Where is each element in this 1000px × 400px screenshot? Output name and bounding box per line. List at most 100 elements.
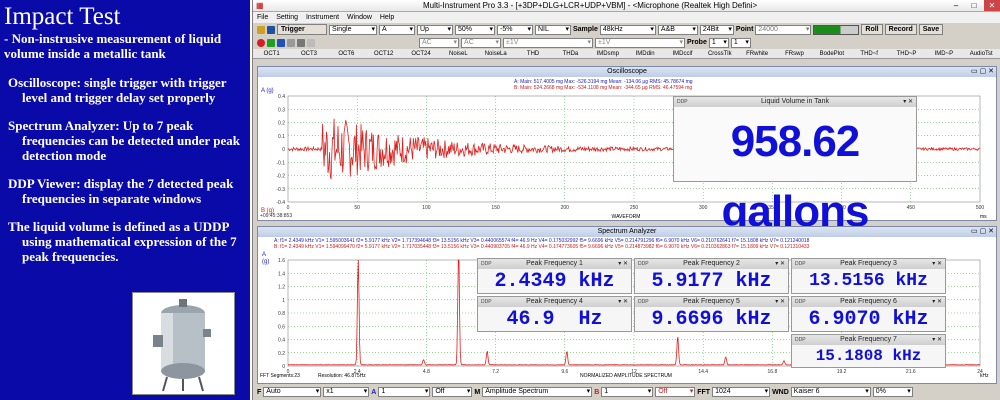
mode-imdccif[interactable]: IMDccif — [664, 49, 701, 58]
peak-7-value: 15.1808 kHz — [815, 347, 922, 365]
bit-depth-select[interactable]: 24Bit — [699, 24, 734, 35]
run-icon[interactable] — [257, 38, 265, 47]
mode-oct3[interactable]: OCT3 — [290, 49, 327, 58]
panel-close-icon[interactable]: ▾ ✕ — [618, 297, 628, 307]
scope-y-ticks: 0.4 0.3 0.2 0.1 0 -0.1 -0.2 -0.3 -0.4 — [276, 94, 285, 206]
spectrum-titlebar: Spectrum Analyzer ▭ ▢ ✕ — [258, 227, 996, 237]
spectrum-xunit: kHz — [980, 373, 989, 379]
channel-b-off-select[interactable]: Off — [655, 387, 696, 397]
play-icon[interactable] — [267, 38, 275, 47]
mode-oct1[interactable]: OCT1 — [253, 49, 290, 58]
mode-audiotst[interactable]: AudioTst — [963, 49, 1000, 58]
window-controls-icon[interactable]: ▭ ▢ ✕ — [971, 227, 994, 237]
channel-a-off-select[interactable]: Off — [432, 387, 473, 397]
mode-frwhite[interactable]: FRwhite — [738, 49, 775, 58]
panel-close-icon[interactable]: ▾ ✕ — [775, 297, 785, 307]
save-icon[interactable] — [267, 25, 275, 34]
maximize-icon[interactable]: □ — [966, 0, 982, 11]
point-select[interactable]: 24000 — [755, 24, 812, 35]
x-tick-label: 500 — [976, 205, 985, 211]
range-b-select[interactable]: ±1V — [595, 37, 685, 48]
ddp-note: DDP Viewer: display the 7 detected peak … — [8, 176, 234, 206]
peak-2-value: 5.9177 kHz — [651, 270, 772, 293]
mode-imd-p[interactable]: IMD~P — [925, 49, 962, 58]
panel-close-icon[interactable]: ▾ ✕ — [932, 297, 942, 307]
tool3-icon[interactable] — [307, 38, 315, 47]
coupling-b-select[interactable]: AC — [461, 37, 501, 48]
record-button[interactable]: Record — [884, 24, 917, 35]
mode-thd-f[interactable]: THD~f — [851, 49, 888, 58]
trigger-delay-select[interactable]: -5% — [497, 24, 533, 35]
overlap-select[interactable]: 0% — [872, 387, 913, 397]
sample-rate-select[interactable]: 48kHz — [599, 24, 656, 35]
save-button[interactable]: Save — [918, 24, 944, 35]
menu-bar: File Setting Instrument Window Help — [253, 12, 1000, 23]
toolbar-main: Trigger Single A Up 50% -5% NIL Sample 4… — [253, 23, 1000, 36]
frequency-scale-select[interactable]: Auto — [263, 387, 322, 397]
mode-oct6[interactable]: OCT6 — [328, 49, 365, 58]
y-tick-label: 0.2 — [278, 121, 285, 127]
panel-controls-icon[interactable]: ▾ ✕ — [903, 97, 913, 107]
mode-oct12[interactable]: OCT12 — [365, 49, 402, 58]
panel-close-icon[interactable]: ▾ ✕ — [932, 259, 942, 269]
mode-crosstlk[interactable]: CrossTlk — [701, 49, 738, 58]
panel-close-icon[interactable]: ▾ ✕ — [932, 335, 942, 345]
tool-icon[interactable] — [287, 38, 295, 47]
peak-panel-3: DDP Peak Frequency 3 ▾ ✕ 13.5156 kHz — [791, 258, 946, 294]
probe-a-select[interactable]: 1 — [708, 37, 729, 48]
peak-panel-2: DDP Peak Frequency 2 ▾ ✕ 5.9177 kHz — [634, 258, 789, 294]
peak-3-titlebar: DDP Peak Frequency 3 ▾ ✕ — [792, 259, 945, 269]
mode-thd[interactable]: THD — [514, 49, 551, 58]
fft-size-select[interactable]: 1024 — [712, 387, 771, 397]
tool2-icon[interactable] — [297, 38, 305, 47]
window-controls-icon[interactable]: ▭ ▢ ✕ — [971, 67, 994, 77]
peak-6-titlebar: DDP Peak Frequency 6 ▾ ✕ — [792, 297, 945, 307]
x-tick-label: 250 — [630, 205, 639, 211]
menu-instrument[interactable]: Instrument — [306, 14, 339, 21]
sample-label: Sample — [573, 26, 598, 33]
channel-mode-select[interactable]: A&B — [657, 24, 698, 35]
mode-thd-p[interactable]: THD~P — [888, 49, 925, 58]
menu-window[interactable]: Window — [347, 14, 372, 21]
trigger-level-select[interactable]: 50% — [455, 24, 495, 35]
menu-setting[interactable]: Setting — [276, 14, 298, 21]
spectrum-mode-select[interactable]: Amplitude Spectrum — [482, 387, 593, 397]
nil-select[interactable]: NIL — [535, 24, 571, 35]
mode-imddin[interactable]: IMDdin — [626, 49, 663, 58]
window-function-select[interactable]: Kaiser 6 — [790, 387, 871, 397]
mode-thda[interactable]: THDa — [552, 49, 589, 58]
menu-help[interactable]: Help — [380, 14, 394, 21]
stop-icon[interactable] — [277, 38, 285, 47]
probe-b-select[interactable]: 1 — [730, 37, 751, 48]
mode-noisel[interactable]: NoiseL — [440, 49, 477, 58]
range-a-select[interactable]: ±1V — [503, 37, 593, 48]
coupling-a-select[interactable]: AC — [419, 37, 459, 48]
y-tick-label: -0.2 — [276, 174, 285, 180]
channel-a-select[interactable]: 1 — [378, 387, 431, 397]
mode-imdsmp[interactable]: IMDsmp — [589, 49, 626, 58]
trigger-button[interactable]: Trigger — [277, 24, 327, 35]
x-tick-label: 9.6 — [561, 369, 568, 375]
close-icon[interactable]: ✕ — [984, 0, 1000, 11]
trigger-channel-select[interactable]: A — [379, 24, 415, 35]
roll-button[interactable]: Roll — [861, 24, 883, 35]
mode-frswp[interactable]: FRswp — [776, 49, 813, 58]
menu-file[interactable]: File — [257, 14, 268, 21]
y-tick-label: 1.6 — [278, 258, 285, 264]
channel-b-select[interactable]: 1 — [601, 387, 654, 397]
panel-close-icon[interactable]: ▾ ✕ — [618, 259, 628, 269]
y-tick-label: 0.4 — [278, 338, 285, 344]
minimize-icon[interactable]: – — [948, 0, 964, 11]
mode-noisela[interactable]: NoiseLa — [477, 49, 514, 58]
panel-close-icon[interactable]: ▾ ✕ — [775, 259, 785, 269]
y-tick-label: 1 — [282, 298, 285, 304]
mode-bodeplot[interactable]: BodePlot — [813, 49, 850, 58]
trigger-edge-select[interactable]: Up — [417, 24, 453, 35]
peak-3-value: 13.5156 kHz — [809, 271, 928, 291]
trigger-mode-select[interactable]: Single — [329, 24, 377, 35]
zoom-select[interactable]: x1 — [323, 387, 370, 397]
mode-oct24[interactable]: OCT24 — [402, 49, 439, 58]
description-panel: Impact Test - Non-instrusive measurement… — [0, 0, 250, 400]
open-icon[interactable] — [257, 25, 265, 34]
x-tick-label: 7.2 — [492, 369, 499, 375]
